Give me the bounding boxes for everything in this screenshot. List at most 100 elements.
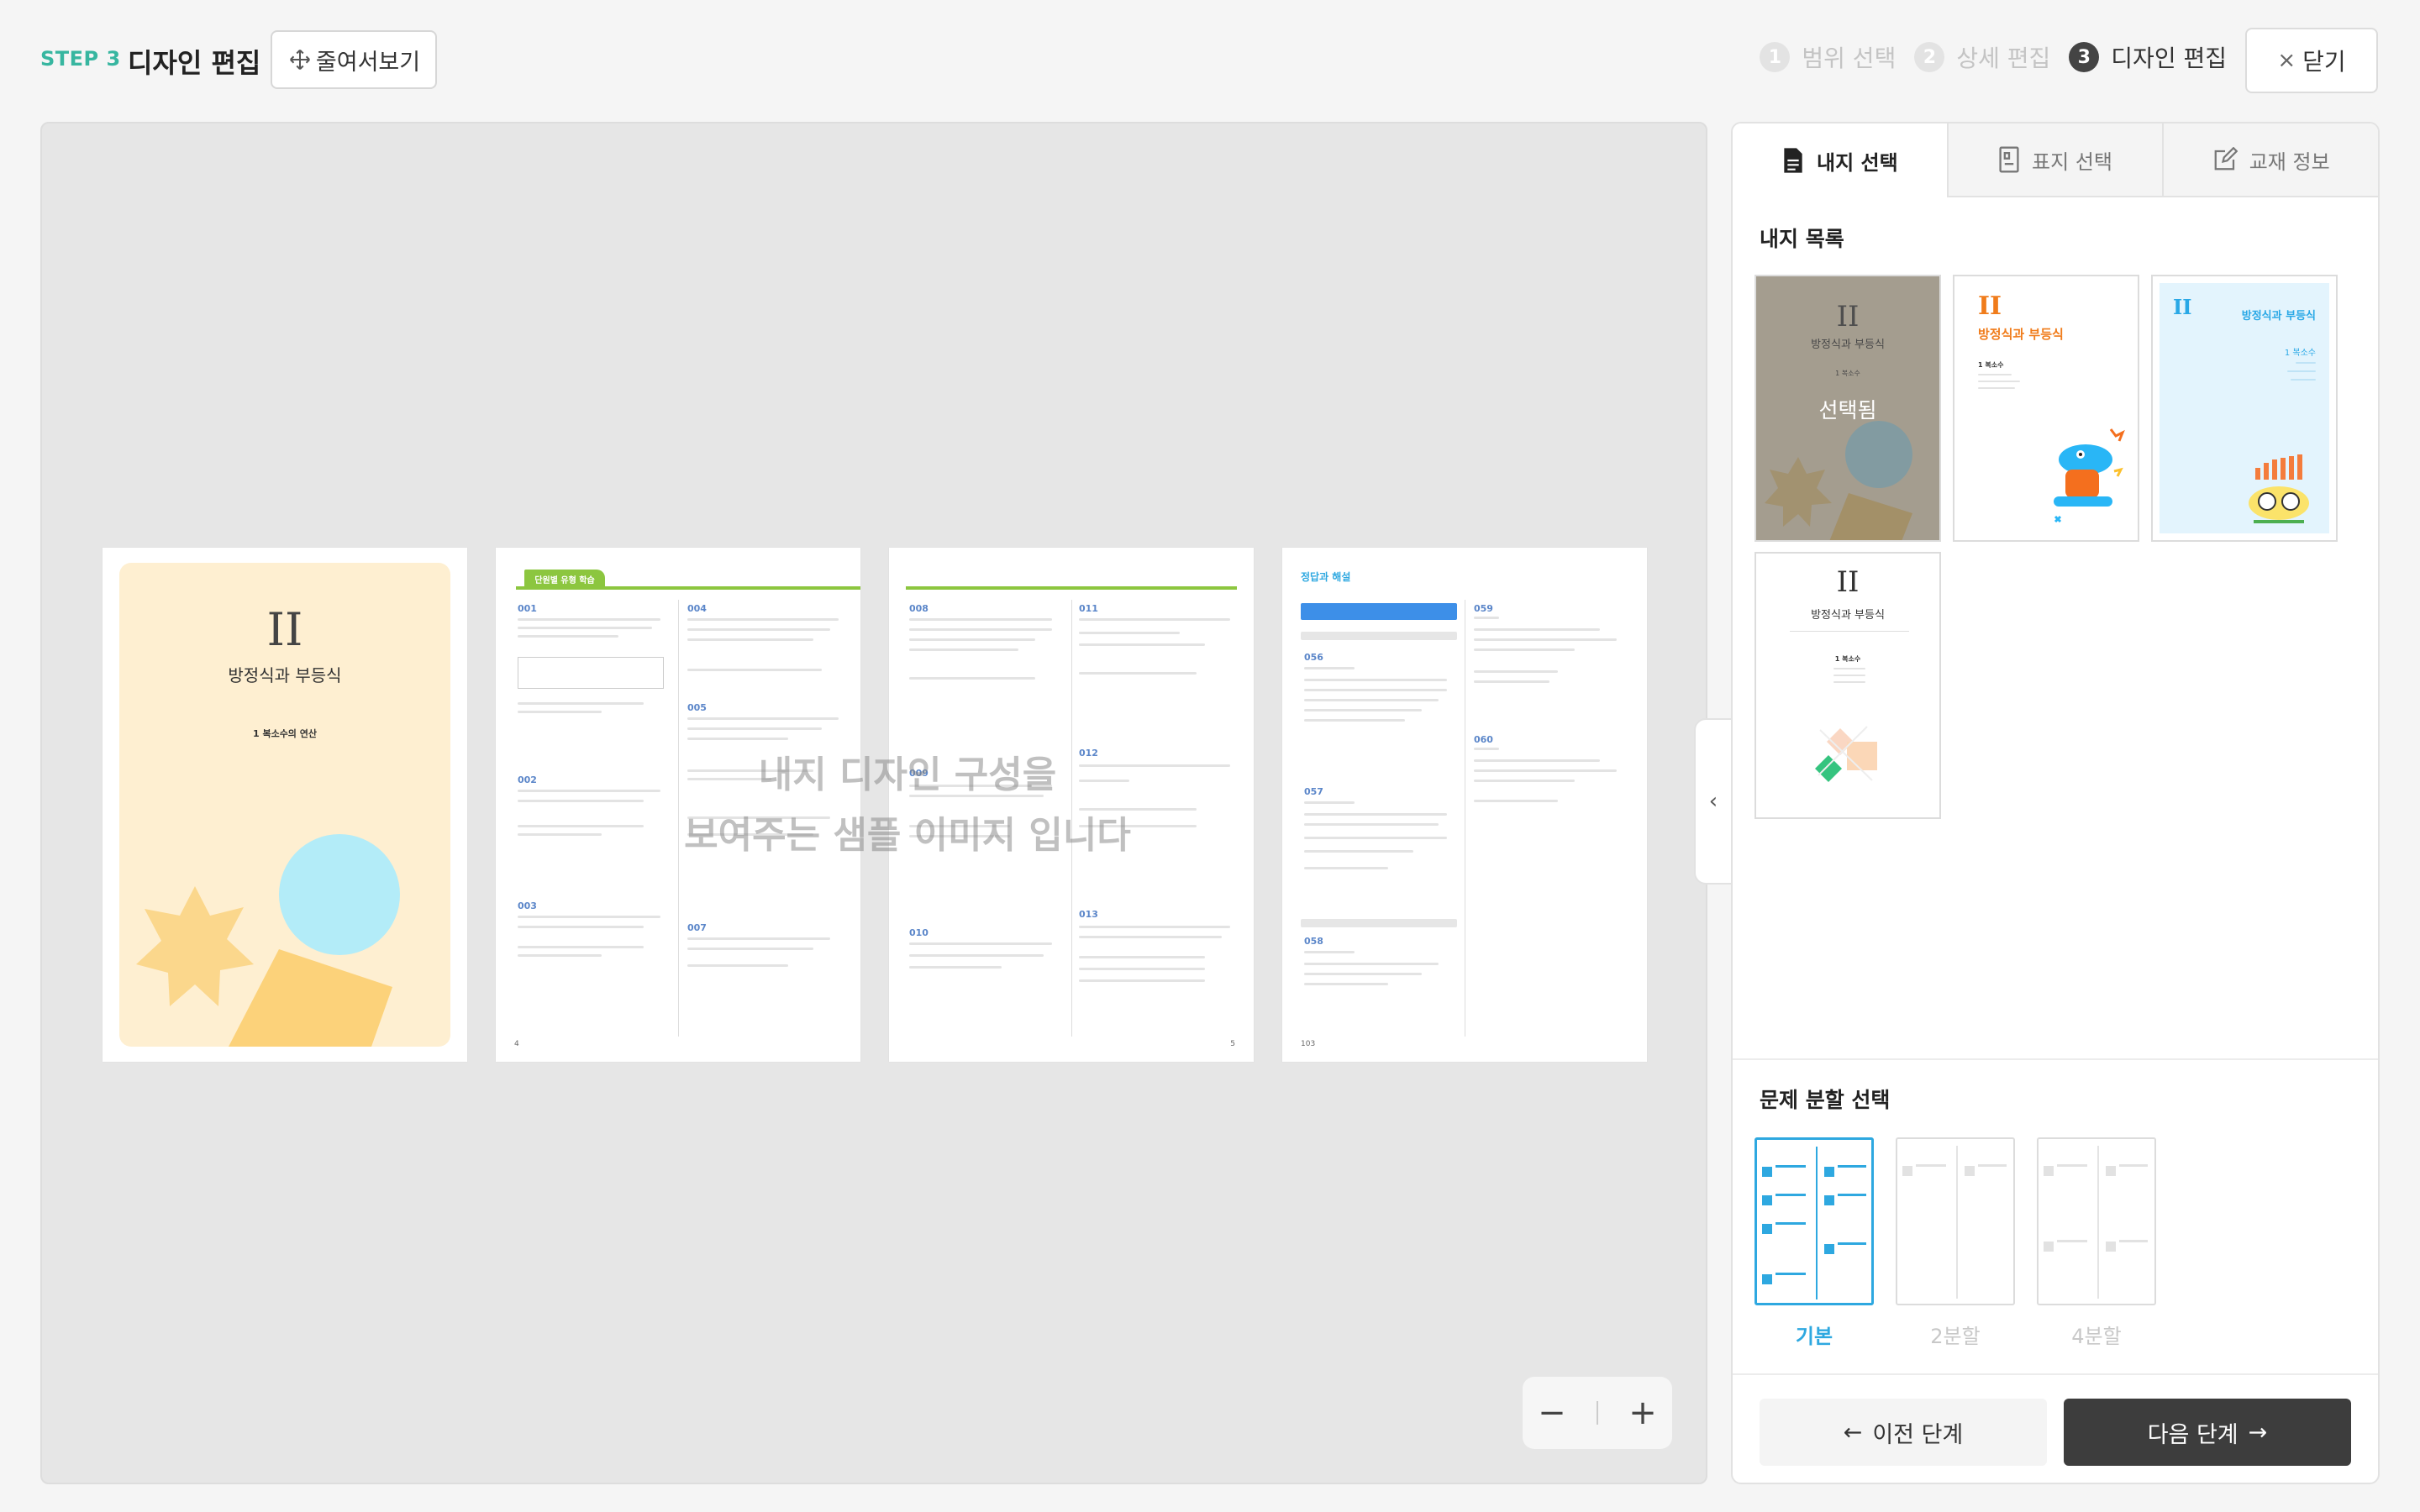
step-indicator: 1 범위 선택 2 상세 편집 3 디자인 편집: [1760, 40, 2227, 74]
inner-page-thumb-4[interactable]: II 방정식과 부등식 1 복소수: [1754, 552, 1941, 819]
step-1-number: 1: [1760, 42, 1791, 72]
split-block: [1824, 1244, 1834, 1254]
question-number: 007: [687, 922, 707, 933]
close-label: 닫기: [2302, 48, 2346, 76]
split-block: [1776, 1165, 1806, 1168]
split-option-basic-label: 기본: [1795, 1325, 1833, 1348]
split-block: [1838, 1242, 1866, 1245]
thumb-subtitle: 1 복소수: [1835, 370, 1860, 377]
split-block: [1776, 1194, 1806, 1196]
next-step-button[interactable]: 다음 단계 →: [2064, 1399, 2351, 1466]
question-number: 001: [518, 603, 537, 614]
tab-cover-label: 표지 선택: [2032, 150, 2112, 174]
answers-chapter-bar: [1301, 603, 1457, 620]
design-side-panel: 내지 선택 표지 선택 교재 정보 내지 목록 II 방정식과 부등식 1 복소…: [1731, 122, 2380, 1484]
arrow-right-icon: →: [2248, 1419, 2268, 1446]
split-block: [1762, 1195, 1772, 1205]
section-banner: 단원별 유형 학습: [524, 570, 605, 588]
owl-glasses-illustration: [2249, 454, 2309, 523]
tab-book-info-label: 교재 정보: [2249, 150, 2330, 174]
split-block: [1965, 1166, 1975, 1176]
question-number: 058: [1304, 936, 1323, 947]
split-block: [1762, 1274, 1772, 1284]
page-footer-number: 103: [1301, 1040, 1316, 1048]
top-rule: [516, 586, 860, 590]
preview-page-cover: II 방정식과 부등식 1 복소수의 연산: [103, 548, 467, 1062]
split-block: [1776, 1222, 1806, 1225]
step-2-number: 2: [1914, 42, 1945, 72]
split-block: [2044, 1166, 2054, 1176]
page-footer-number: 4: [514, 1040, 519, 1048]
split-option-2[interactable]: [1896, 1137, 2015, 1305]
split-block: [2044, 1242, 2054, 1252]
inner-page-thumb-2[interactable]: II 방정식과 부등식 1 복소수: [1953, 275, 2139, 542]
section-divider: [1733, 1058, 2378, 1060]
tab-inner-page[interactable]: 내지 선택: [1733, 123, 1947, 197]
previous-step-button[interactable]: ← 이전 단계: [1760, 1399, 2047, 1466]
split-block: [1838, 1165, 1866, 1168]
page-title: 디자인 편집: [128, 47, 261, 79]
inner-page-thumb-3[interactable]: II 방정식과 부등식 1 복소수: [2151, 275, 2338, 542]
sample-image-notice: 내지 디자인 구성을 보여주는 샘플 이미지 입니다: [588, 745, 1227, 866]
split-select-title: 문제 분할 선택: [1760, 1088, 1891, 1112]
zoom-controls: − +: [1523, 1377, 1672, 1449]
step-1: 1 범위 선택: [1760, 40, 1896, 74]
split-block: [1978, 1164, 2007, 1167]
step-tag: STEP 3: [40, 47, 121, 71]
preview-page-answers: 정답과 해설 056 057 058 059 060 103: [1282, 548, 1647, 1062]
question-number: 057: [1304, 786, 1323, 797]
inner-page-list-title: 내지 목록: [1760, 227, 1844, 251]
split-option-4[interactable]: [2037, 1137, 2156, 1305]
step-2: 2 상세 편집: [1914, 40, 2050, 74]
edit-icon: [2214, 147, 2238, 171]
arrow-left-icon: ←: [1843, 1419, 1863, 1446]
move-arrows-icon: [289, 50, 310, 70]
split-block: [1824, 1195, 1834, 1205]
split-column-line: [1956, 1146, 1958, 1299]
zoom-out-button[interactable]: −: [1538, 1394, 1566, 1432]
split-block: [2106, 1242, 2116, 1252]
thumb-title: 방정식과 부등식: [1811, 339, 1885, 351]
formula-box: [518, 657, 664, 689]
design-preview-area: II 방정식과 부등식 1 복소수의 연산 단원별 유형 학습 001 002 …: [40, 122, 1707, 1484]
selected-label: 선택됨: [1818, 398, 1877, 423]
step-2-label: 상세 편집: [1956, 45, 2051, 72]
tab-cover[interactable]: 표지 선택: [1946, 123, 2163, 197]
step-1-label: 범위 선택: [1802, 45, 1897, 72]
split-block: [1762, 1167, 1772, 1177]
split-option-2-label: 2분할: [1930, 1325, 1981, 1348]
question-number: 002: [518, 774, 537, 785]
question-number: 004: [687, 603, 707, 614]
close-icon: ×: [2277, 48, 2296, 73]
split-block: [1838, 1194, 1866, 1196]
split-block: [1776, 1273, 1806, 1275]
shrink-preview-label: 줄여서보기: [315, 49, 421, 76]
split-block: [1762, 1224, 1772, 1234]
panel-collapse-toggle[interactable]: ‹: [1694, 718, 1733, 885]
step-3: 3 디자인 편집: [2069, 40, 2227, 74]
split-column-line: [2097, 1146, 2099, 1299]
next-step-label: 다음 단계: [2147, 1421, 2238, 1448]
question-number: 011: [1079, 603, 1098, 614]
close-button[interactable]: × 닫기: [2245, 28, 2378, 93]
split-option-basic[interactable]: [1754, 1137, 1874, 1305]
split-block: [1916, 1164, 1946, 1167]
geometric-shapes-illustration: [1815, 726, 1877, 782]
page-footer-number: 5: [1230, 1040, 1235, 1048]
question-number: 059: [1474, 603, 1493, 614]
question-number: 010: [909, 927, 929, 938]
tab-book-info[interactable]: 교재 정보: [2162, 123, 2378, 197]
crocodile-mascot-illustration: [2054, 428, 2125, 523]
chevron-left-icon: ‹: [1708, 789, 1718, 814]
split-block: [2106, 1166, 2116, 1176]
inner-page-thumb-1[interactable]: II 방정식과 부등식 1 복소수 선택됨: [1754, 275, 1941, 542]
cover-background: II 방정식과 부등식 1 복소수의 연산: [119, 563, 450, 1047]
answers-header: 정답과 해설: [1301, 571, 1351, 583]
shrink-preview-button[interactable]: 줄여서보기: [271, 30, 437, 89]
zoom-in-button[interactable]: +: [1628, 1394, 1657, 1432]
split-block: [2057, 1240, 2087, 1242]
question-number: 005: [687, 702, 707, 713]
sample-notice-line-1: 내지 디자인 구성을: [758, 753, 1057, 796]
question-number: 056: [1304, 652, 1323, 663]
footer-divider: [1733, 1373, 2378, 1375]
